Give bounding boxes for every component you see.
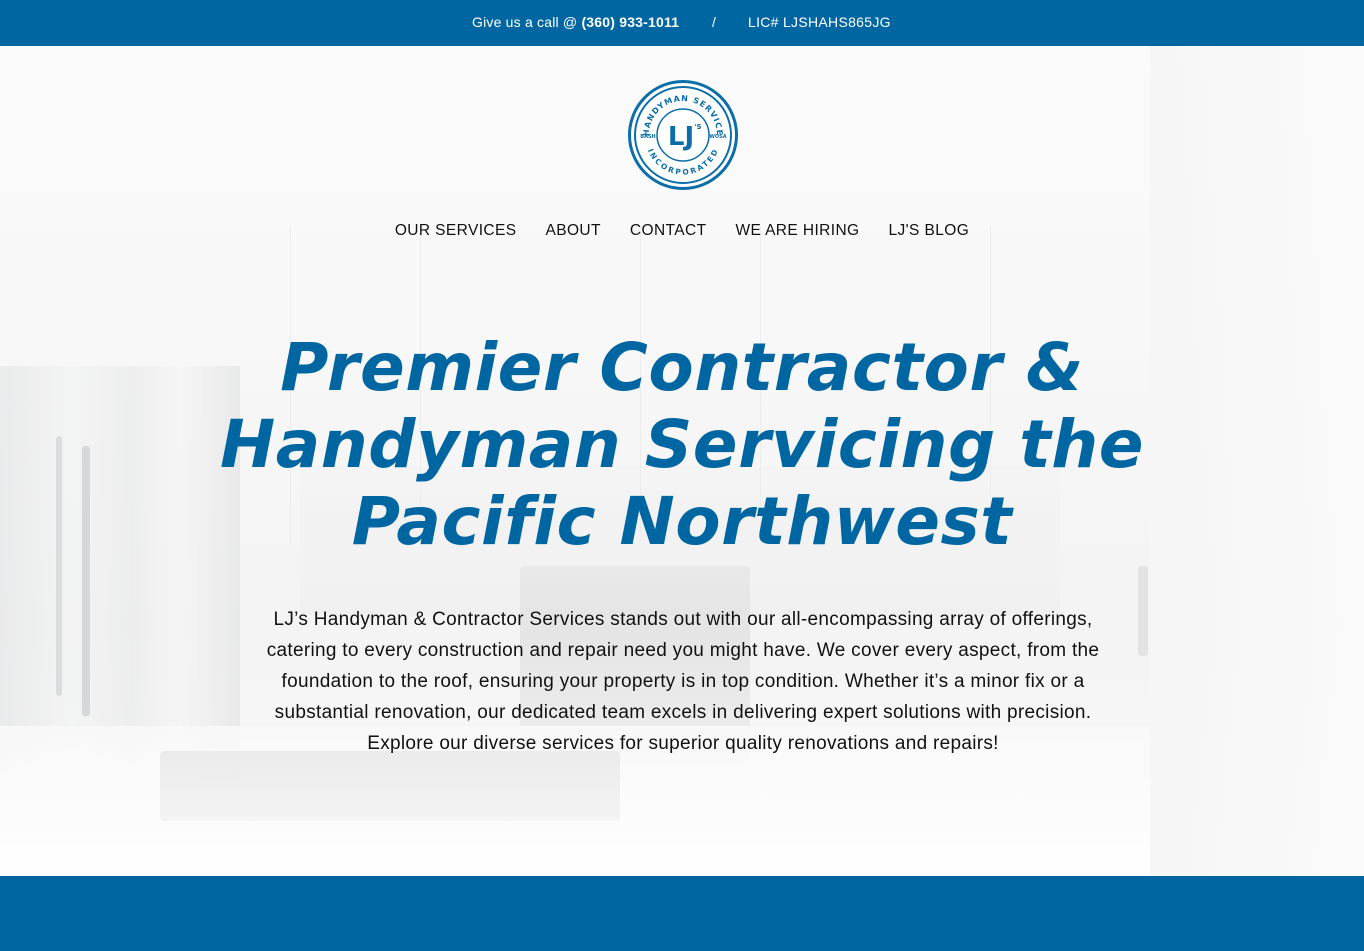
topbar-separator: / (712, 14, 716, 30)
hero-section: HANDYMAN SERVICE INCORPORATED BASH WOSA … (0, 46, 1364, 876)
phone-link[interactable]: (360) 933-1011 (581, 14, 679, 30)
call-prefix: Give us a call @ (472, 14, 582, 30)
footer-band (0, 876, 1364, 951)
hero-headline: Premier Contractor & Handyman Servicing … (219, 329, 1145, 560)
nav-contact[interactable]: CONTACT (630, 222, 707, 240)
logo-right-text: WOSA (709, 134, 726, 140)
main-navigation: OUR SERVICES ABOUT CONTACT WE ARE HIRING… (0, 222, 1364, 240)
hero-intro-text: LJ’s Handyman & Contractor Services stan… (266, 609, 1100, 754)
logo-left-text: BASH (640, 134, 655, 140)
call-text: Give us a call @ (360) 933-1011 (472, 14, 679, 30)
nav-ljs-blog[interactable]: LJ'S BLOG (889, 222, 970, 240)
logo-emblem-icon: HANDYMAN SERVICE INCORPORATED BASH WOSA … (634, 86, 732, 184)
top-contact-bar: Give us a call @ (360) 933-1011 / LIC# L… (0, 0, 1364, 46)
nav-about[interactable]: ABOUT (545, 222, 600, 240)
logo-monogram-suffix: 'S (694, 123, 701, 131)
nav-we-are-hiring[interactable]: WE ARE HIRING (735, 222, 859, 240)
company-logo[interactable]: HANDYMAN SERVICE INCORPORATED BASH WOSA … (628, 80, 738, 190)
license-number: LIC# LJSHAHS865JG (748, 14, 891, 30)
logo-monogram: LJ (668, 122, 694, 152)
nav-our-services[interactable]: OUR SERVICES (395, 222, 517, 240)
